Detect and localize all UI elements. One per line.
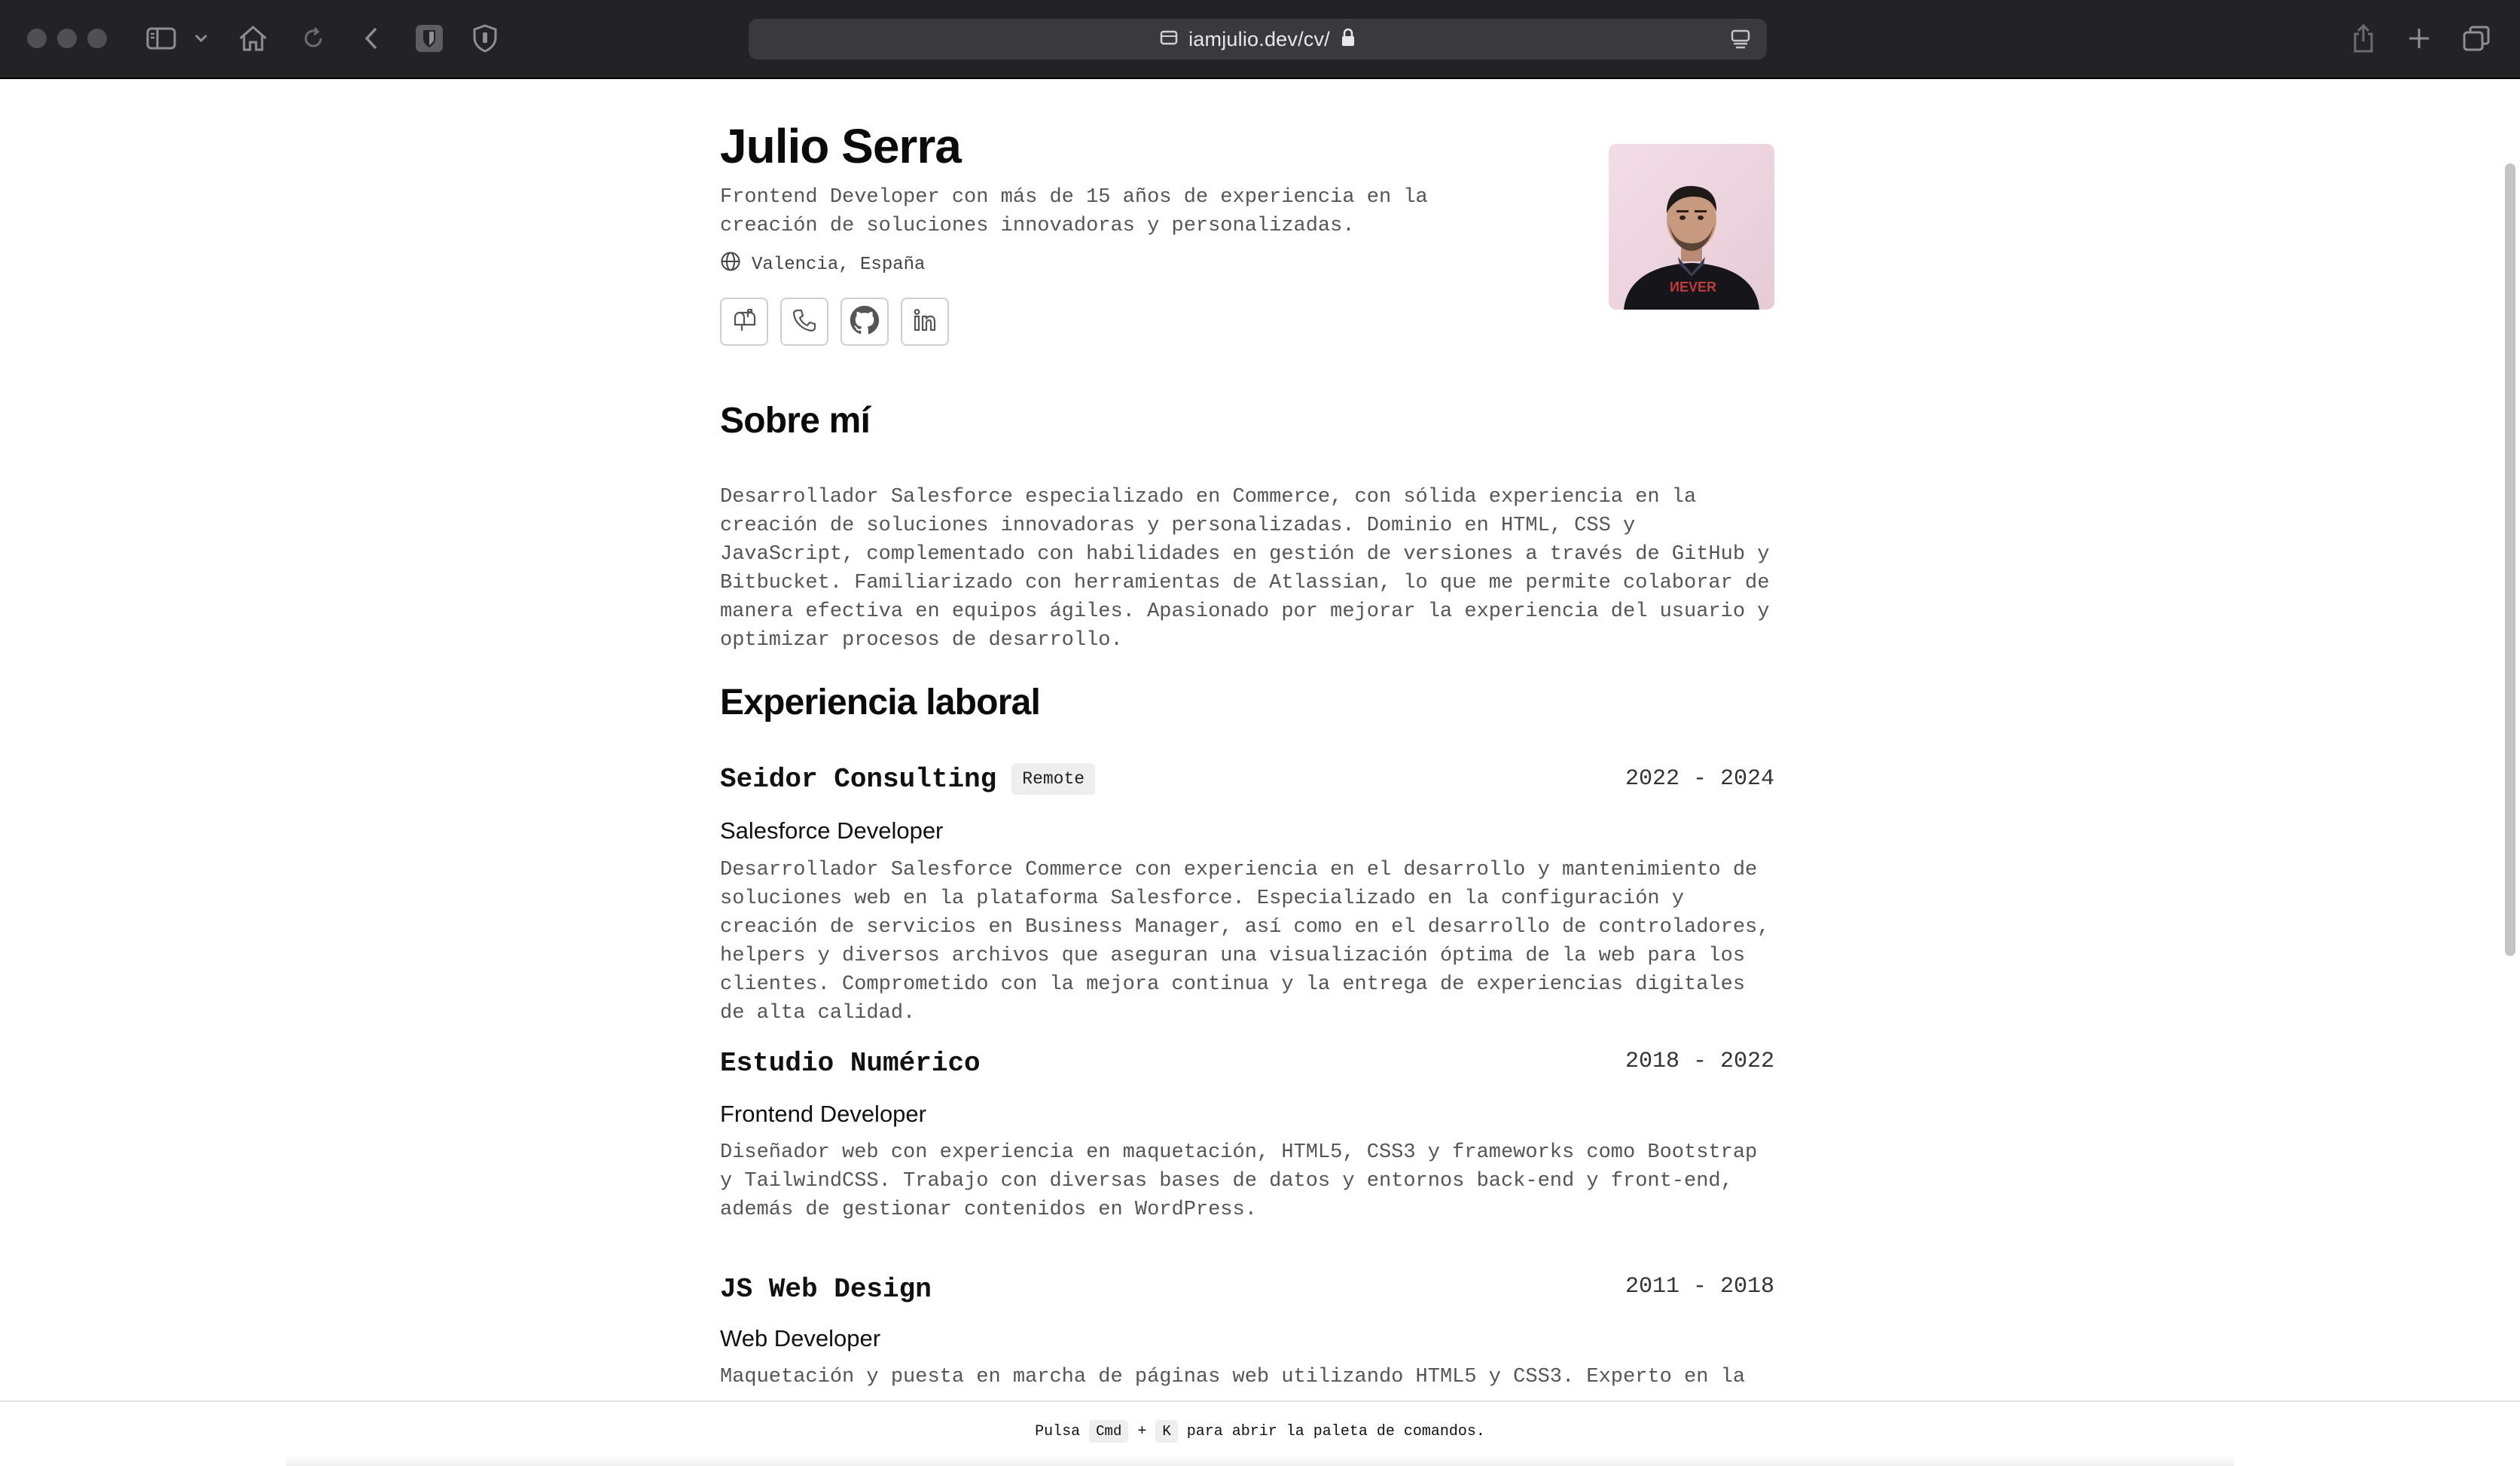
hint-prefix: Pulsa	[1035, 1422, 1081, 1440]
svg-text:ИEVER: ИEVER	[1670, 279, 1716, 295]
linkedin-icon	[912, 307, 938, 337]
reload-icon[interactable]	[300, 21, 327, 56]
job-role: Web Developer	[720, 1325, 881, 1351]
github-icon	[850, 305, 880, 339]
job-company: JS Web Design	[720, 1274, 932, 1305]
browser-toolbar: iamjulio.dev/cv/	[0, 0, 2520, 79]
plus-sign: +	[1137, 1422, 1147, 1440]
bar-shadow	[286, 1454, 2234, 1466]
sidebar-icon[interactable]	[145, 21, 178, 56]
job-company-row: JS Web Design	[720, 1274, 932, 1305]
home-icon[interactable]	[236, 21, 270, 56]
tagline: Frontend Developer con más de 15 años de…	[720, 186, 1428, 237]
url-text: iamjulio.dev/cv/	[1188, 27, 1330, 50]
location-text: Valencia, España	[752, 254, 926, 275]
command-hint-bar: Pulsa Cmd + K para abrir la paleta de co…	[0, 1400, 2520, 1466]
github-button[interactable]	[841, 298, 889, 346]
shield-icon[interactable]	[470, 21, 500, 56]
job-company: Estudio Numérico	[720, 1048, 981, 1079]
page-viewport: Julio Serra Frontend Developer con más d…	[0, 81, 2520, 1400]
social-links	[720, 298, 949, 346]
phone-button[interactable]	[780, 298, 828, 346]
zoom-window-button[interactable]	[87, 29, 107, 48]
experience-heading: Experiencia laboral	[720, 683, 1041, 722]
mail-icon	[731, 307, 758, 337]
hint-suffix: para abrir la paleta de comandos.	[1186, 1422, 1485, 1440]
close-window-button[interactable]	[27, 29, 47, 48]
back-icon[interactable]	[360, 21, 383, 56]
reader-icon[interactable]	[1729, 28, 1752, 54]
job-role: Frontend Developer	[720, 1101, 926, 1127]
avatar: ИEVER	[1609, 144, 1774, 310]
globe-icon	[720, 251, 741, 278]
page-title: Julio Serra	[720, 119, 962, 173]
about-heading: Sobre mí	[720, 401, 871, 441]
phone-icon	[792, 307, 817, 337]
address-bar[interactable]: iamjulio.dev/cv/	[749, 19, 1767, 60]
about-text: Desarrollador Salesforce especializado e…	[720, 486, 1770, 652]
job-description: Maquetación y puesta en marcha de página…	[720, 1366, 1746, 1388]
location: Valencia, España	[720, 251, 925, 278]
job-company-row: Seidor Consulting Remote	[720, 763, 1096, 795]
job-years: 2022 - 2024	[1625, 766, 1774, 792]
mail-button[interactable]	[720, 298, 768, 346]
linkedin-button[interactable]	[901, 298, 949, 346]
bitwarden-icon[interactable]	[414, 21, 444, 56]
lock-icon	[1341, 28, 1356, 51]
tabs-icon[interactable]	[2460, 21, 2493, 56]
job-years: 2011 - 2018	[1625, 1274, 1774, 1300]
scrollbar[interactable]	[2505, 163, 2515, 956]
job-description: Desarrollador Salesforce Commerce con ex…	[720, 859, 1770, 1025]
job-company-row: Estudio Numérico	[720, 1048, 981, 1079]
remote-badge: Remote	[1011, 763, 1096, 795]
plus-icon[interactable]	[2404, 21, 2434, 56]
job-years: 2018 - 2022	[1625, 1049, 1774, 1074]
job-description: Diseñador web con experiencia en maqueta…	[720, 1141, 1758, 1221]
cmd-key: Cmd	[1089, 1420, 1129, 1443]
share-icon[interactable]	[2348, 21, 2378, 56]
minimize-window-button[interactable]	[57, 29, 77, 48]
k-key: K	[1155, 1420, 1178, 1443]
chevron-down-icon[interactable]	[191, 21, 211, 56]
site-icon	[1160, 29, 1178, 50]
job-company: Seidor Consulting	[720, 763, 997, 795]
job-role: Salesforce Developer	[720, 817, 944, 844]
